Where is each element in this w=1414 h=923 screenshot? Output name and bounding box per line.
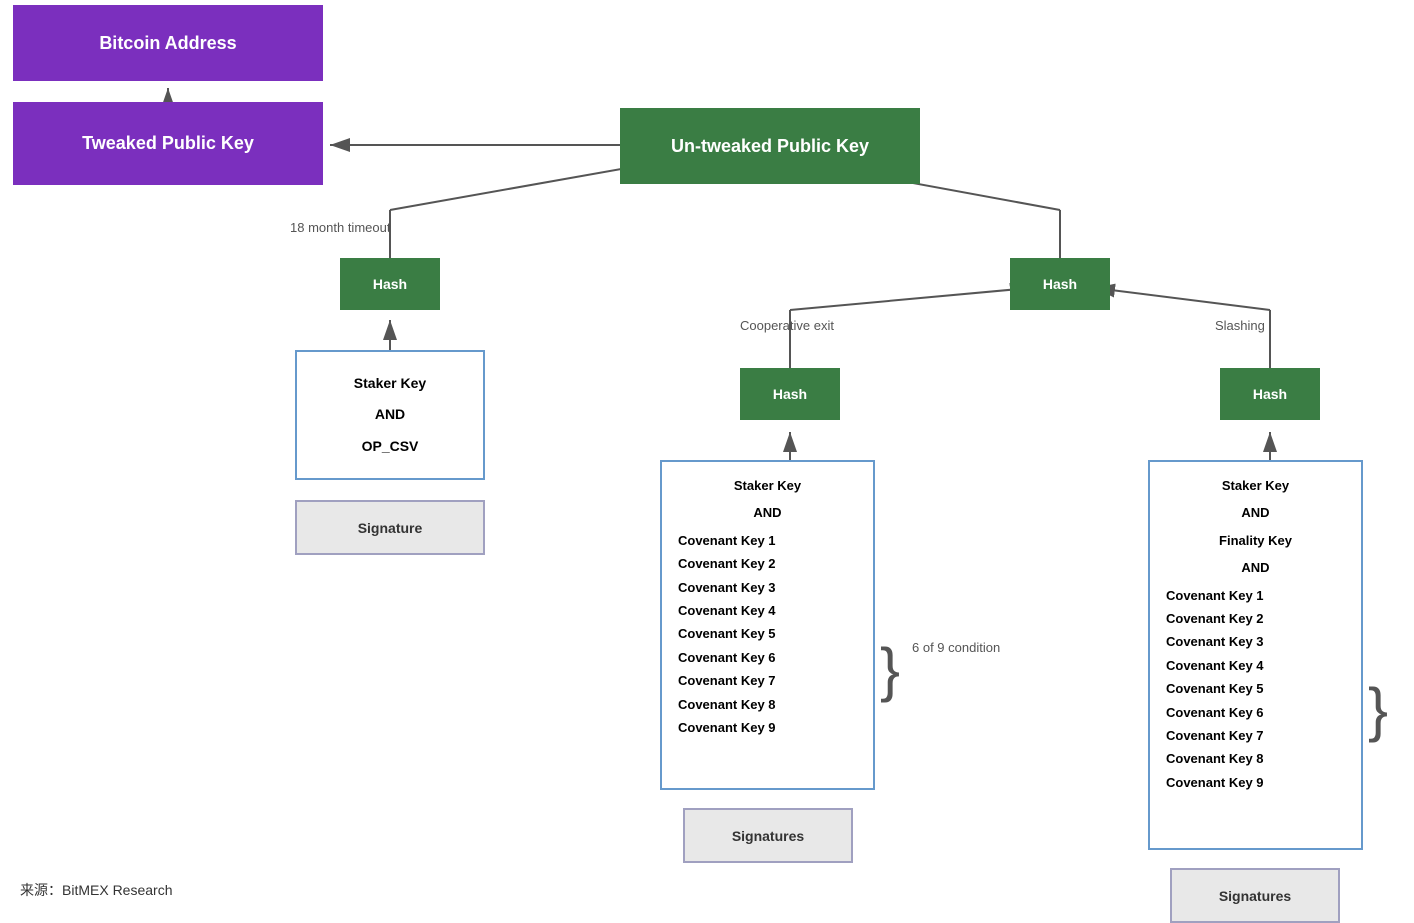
finality-key: Finality Key bbox=[1219, 529, 1292, 552]
covenant-key-7b: Covenant Key 7 bbox=[1166, 724, 1264, 747]
and-2: AND bbox=[753, 501, 781, 524]
staker-key-covenant-node: Staker Key AND Covenant Key 1 Covenant K… bbox=[660, 460, 875, 790]
signatures2-node: Signatures bbox=[683, 808, 853, 863]
staker-key-2: Staker Key bbox=[734, 474, 801, 497]
timeout-label: 18 month timeout bbox=[290, 220, 390, 235]
bitcoin-address-label: Bitcoin Address bbox=[99, 33, 236, 54]
covenant-key-5b: Covenant Key 5 bbox=[1166, 677, 1264, 700]
condition1-label: 6 of 9 condition bbox=[912, 640, 1000, 655]
brace-cooperative: } bbox=[880, 560, 900, 780]
staker-key-opcv-node: Staker Key AND OP_CSV bbox=[295, 350, 485, 480]
tweaked-public-key-label: Tweaked Public Key bbox=[82, 133, 254, 154]
covenant-key-9a: Covenant Key 9 bbox=[678, 716, 776, 739]
staker-key-1: Staker Key bbox=[354, 371, 426, 396]
covenant-key-4b: Covenant Key 4 bbox=[1166, 654, 1264, 677]
hash4-node: Hash bbox=[1220, 368, 1320, 420]
brace-slashing: } bbox=[1368, 590, 1388, 830]
covenant-key-7a: Covenant Key 7 bbox=[678, 669, 776, 692]
tweaked-public-key-node: Tweaked Public Key bbox=[13, 102, 323, 185]
covenant-key-9b: Covenant Key 9 bbox=[1166, 771, 1264, 794]
hash1-node: Hash bbox=[340, 258, 440, 310]
staker-key-3: Staker Key bbox=[1222, 474, 1289, 497]
signature1-label: Signature bbox=[358, 520, 423, 536]
signatures2-label: Signatures bbox=[732, 828, 804, 844]
hash4-label: Hash bbox=[1253, 386, 1287, 402]
covenant-key-2a: Covenant Key 2 bbox=[678, 552, 776, 575]
slashing-label: Slashing bbox=[1215, 318, 1265, 333]
signature1-node: Signature bbox=[295, 500, 485, 555]
and-3: AND bbox=[1241, 501, 1269, 524]
covenant-key-1b: Covenant Key 1 bbox=[1166, 584, 1264, 607]
covenant-key-5a: Covenant Key 5 bbox=[678, 622, 776, 645]
covenant-key-6b: Covenant Key 6 bbox=[1166, 701, 1264, 724]
hash1-label: Hash bbox=[373, 276, 407, 292]
hash2-node: Hash bbox=[1010, 258, 1110, 310]
source-label: 来源：BitMEX Research bbox=[20, 880, 172, 900]
covenant-key-3a: Covenant Key 3 bbox=[678, 576, 776, 599]
hash3-node: Hash bbox=[740, 368, 840, 420]
signatures3-node: Signatures bbox=[1170, 868, 1340, 923]
diagram-container: Bitcoin Address Tweaked Public Key Un-tw… bbox=[0, 0, 1414, 918]
covenant-key-2b: Covenant Key 2 bbox=[1166, 607, 1264, 630]
covenant-key-8a: Covenant Key 8 bbox=[678, 693, 776, 716]
covenant-key-8b: Covenant Key 8 bbox=[1166, 747, 1264, 770]
covenant-key-4a: Covenant Key 4 bbox=[678, 599, 776, 622]
bitcoin-address-node: Bitcoin Address bbox=[13, 5, 323, 81]
and-1: AND bbox=[375, 402, 405, 427]
hash3-label: Hash bbox=[773, 386, 807, 402]
staker-key-finality-node: Staker Key AND Finality Key AND Covenant… bbox=[1148, 460, 1363, 850]
cooperative-exit-label: Cooperative exit bbox=[740, 318, 834, 333]
hash2-label: Hash bbox=[1043, 276, 1077, 292]
covenant-key-1a: Covenant Key 1 bbox=[678, 529, 776, 552]
covenant-key-3b: Covenant Key 3 bbox=[1166, 630, 1264, 653]
and-4: AND bbox=[1241, 556, 1269, 579]
untweaked-public-key-label: Un-tweaked Public Key bbox=[671, 136, 869, 157]
op-csv: OP_CSV bbox=[362, 434, 419, 459]
signatures3-label: Signatures bbox=[1219, 888, 1291, 904]
untweaked-public-key-node: Un-tweaked Public Key bbox=[620, 108, 920, 184]
covenant-key-6a: Covenant Key 6 bbox=[678, 646, 776, 669]
